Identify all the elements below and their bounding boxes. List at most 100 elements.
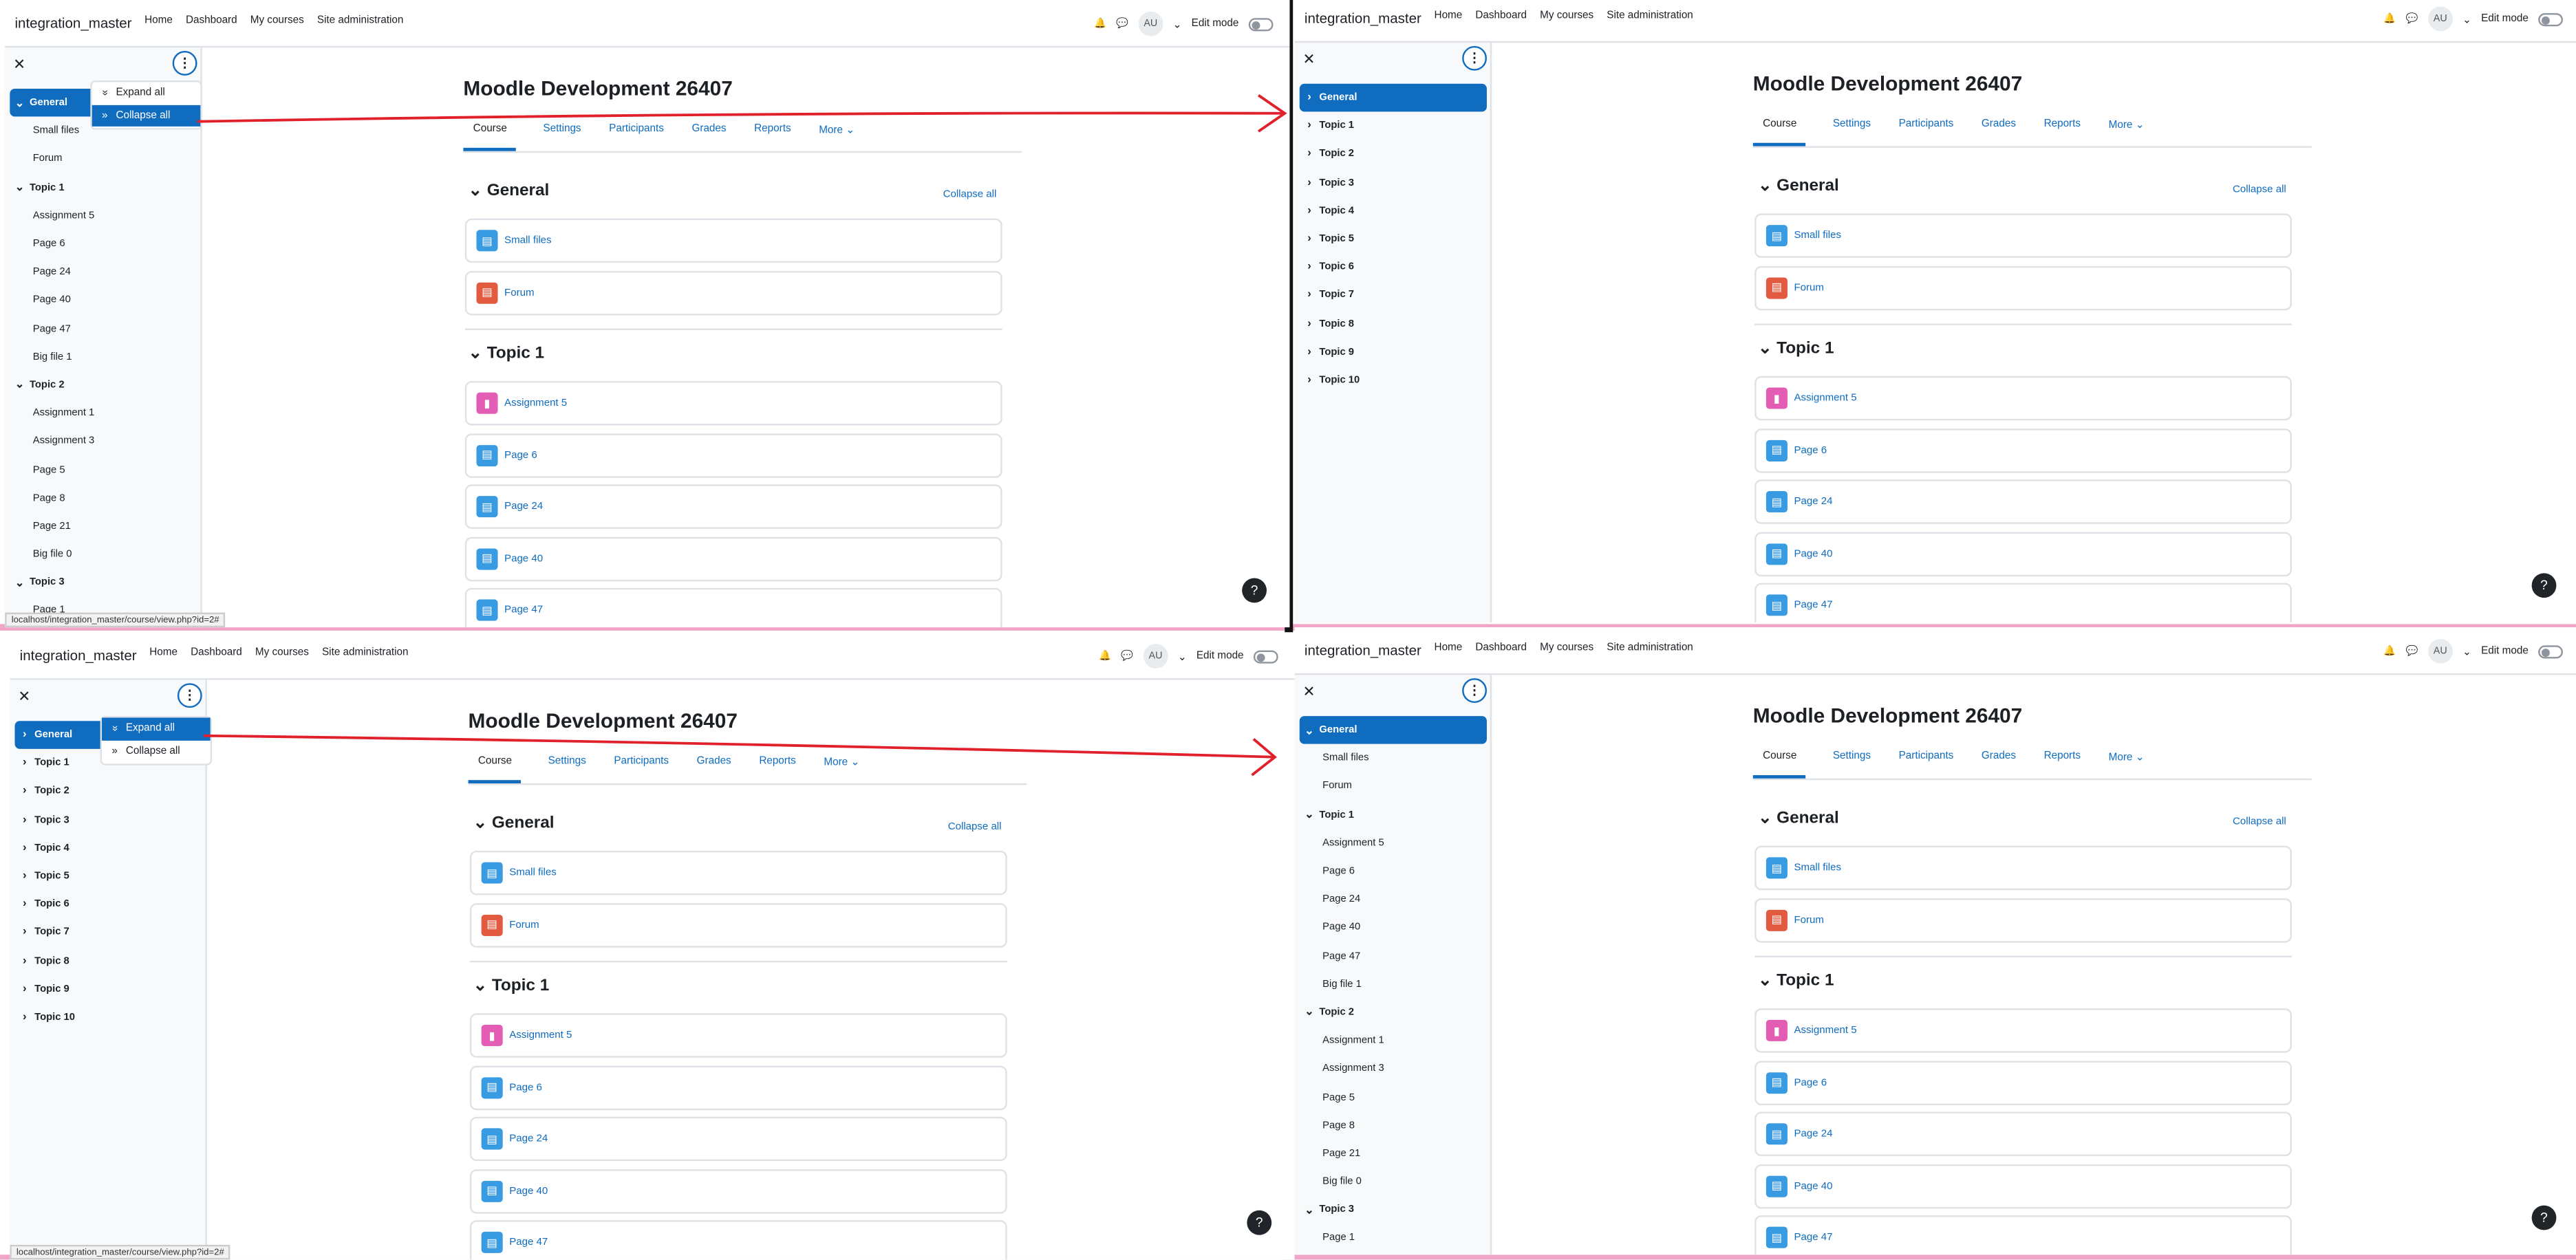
course-index-item[interactable]: Page 21 bbox=[1300, 1140, 1487, 1168]
help-button[interactable]: ? bbox=[2531, 573, 2557, 598]
activity-file[interactable]: ▤ Page 6 bbox=[464, 433, 1002, 477]
activity-link[interactable]: Forum bbox=[1794, 914, 1823, 926]
course-index-item[interactable]: Forum bbox=[10, 145, 197, 173]
chevron-right-icon[interactable]: › bbox=[14, 785, 34, 797]
course-index-item[interactable]: Page 47 bbox=[1300, 942, 1487, 970]
collapse-all-menu-item[interactable]: » Collapse all bbox=[102, 740, 211, 762]
tab-participants[interactable]: Participants bbox=[1889, 118, 1954, 146]
chevron-down-icon[interactable]: ⌄ bbox=[1300, 724, 1320, 737]
activity-file[interactable]: ▤ Page 40 bbox=[1754, 531, 2292, 576]
activity-assign[interactable]: ▮ Assignment 5 bbox=[1754, 376, 2292, 421]
course-index-item[interactable]: Assignment 1 bbox=[1300, 1027, 1487, 1055]
course-index-item[interactable]: Page 21 bbox=[10, 512, 197, 541]
chevron-down-icon[interactable]: ⌄ bbox=[10, 181, 30, 194]
activity-link[interactable]: Forum bbox=[509, 919, 539, 931]
chevron-right-icon[interactable]: › bbox=[14, 927, 34, 939]
collapse-all-link[interactable]: Collapse all bbox=[948, 821, 1002, 833]
tab-more[interactable]: More ⌄ bbox=[809, 123, 855, 151]
section-general-heading[interactable]: ⌄ General bbox=[1758, 810, 1839, 827]
course-index-item[interactable]: Page 6 bbox=[1300, 857, 1487, 885]
activity-link[interactable]: Assignment 5 bbox=[1794, 1025, 1856, 1036]
tab-participants[interactable]: Participants bbox=[604, 755, 669, 783]
course-index-item[interactable]: Page 8 bbox=[10, 484, 197, 512]
chevron-right-icon[interactable]: › bbox=[14, 757, 34, 769]
user-avatar[interactable]: AU bbox=[1138, 11, 1163, 36]
course-index-item[interactable]: Page 5 bbox=[10, 455, 197, 484]
nav-link-home[interactable]: Home bbox=[149, 647, 178, 659]
section-topic1-heading[interactable]: ⌄ Topic 1 bbox=[1758, 340, 1834, 358]
course-index-options-button[interactable]: ⋮ bbox=[1462, 678, 1487, 703]
nav-link-my-courses[interactable]: My courses bbox=[255, 647, 309, 659]
user-avatar[interactable]: AU bbox=[2427, 638, 2453, 664]
course-index-section[interactable]: › Topic 7 bbox=[1300, 281, 1487, 309]
chevron-down-icon[interactable]: ⌄ bbox=[1178, 649, 1187, 663]
course-index-item[interactable]: Big file 1 bbox=[1300, 970, 1487, 998]
messages-icon[interactable]: 💬 bbox=[1121, 651, 1133, 662]
course-index-section[interactable]: › Topic 2 bbox=[1300, 140, 1487, 169]
chevron-down-icon[interactable]: ⌄ bbox=[1300, 808, 1320, 822]
activity-file[interactable]: ▤ Page 47 bbox=[1754, 1215, 2292, 1255]
chevron-right-icon[interactable]: › bbox=[1300, 290, 1320, 301]
close-icon[interactable]: ✕ bbox=[1303, 683, 1316, 701]
activity-file[interactable]: ▤ Page 40 bbox=[464, 536, 1002, 581]
nav-link-dashboard[interactable]: Dashboard bbox=[186, 14, 237, 26]
activity-link[interactable]: Assignment 5 bbox=[509, 1030, 572, 1041]
activity-file[interactable]: ▤ Page 47 bbox=[1754, 583, 2292, 622]
activity-forum[interactable]: ▤ Forum bbox=[469, 902, 1007, 947]
expand-all-menu-item[interactable]: » Expand all bbox=[102, 717, 211, 740]
activity-link[interactable]: Small files bbox=[504, 235, 552, 246]
tab-course[interactable]: Course bbox=[1752, 750, 1805, 779]
activity-forum[interactable]: ▤ Forum bbox=[1754, 897, 2292, 942]
course-index-section[interactable]: › Topic 5 bbox=[1300, 225, 1487, 253]
messages-icon[interactable]: 💬 bbox=[2406, 645, 2418, 657]
close-icon[interactable]: ✕ bbox=[1303, 51, 1316, 69]
course-index-section[interactable]: ⌄ Topic 1 bbox=[10, 173, 197, 202]
collapse-all-link[interactable]: Collapse all bbox=[2233, 184, 2286, 195]
section-topic1-heading[interactable]: ⌄ Topic 1 bbox=[469, 345, 545, 362]
activity-link[interactable]: Page 6 bbox=[1794, 444, 1827, 456]
expand-all-menu-item[interactable]: » Expand all bbox=[92, 82, 201, 104]
activity-assign[interactable]: ▮ Assignment 5 bbox=[469, 1013, 1007, 1058]
activity-file[interactable]: ▤ Page 6 bbox=[469, 1065, 1007, 1109]
activity-file[interactable]: ▤ Page 24 bbox=[1754, 1111, 2292, 1157]
course-index-item[interactable]: Page 47 bbox=[10, 314, 197, 343]
course-index-item[interactable]: Assignment 5 bbox=[10, 202, 197, 230]
course-index-options-button[interactable]: ⋮ bbox=[172, 51, 197, 76]
chevron-right-icon[interactable]: › bbox=[1300, 205, 1320, 217]
tab-more[interactable]: More ⌄ bbox=[2099, 750, 2145, 779]
course-index-section[interactable]: ⌄ Topic 3 bbox=[10, 569, 197, 597]
course-index-item[interactable]: Small files bbox=[1300, 744, 1487, 772]
section-topic1-heading[interactable]: ⌄ Topic 1 bbox=[473, 977, 550, 995]
activity-link[interactable]: Small files bbox=[1794, 230, 1841, 241]
chevron-right-icon[interactable]: › bbox=[1300, 92, 1320, 104]
activity-file[interactable]: ▤ Page 6 bbox=[1754, 428, 2292, 472]
chevron-down-icon[interactable]: ⌄ bbox=[1758, 177, 1772, 195]
tab-settings[interactable]: Settings bbox=[1823, 750, 1871, 779]
tab-settings[interactable]: Settings bbox=[533, 123, 581, 151]
tab-course[interactable]: Course bbox=[468, 755, 520, 783]
collapse-all-link[interactable]: Collapse all bbox=[943, 189, 997, 201]
nav-link-site-administration[interactable]: Site administration bbox=[322, 647, 409, 659]
activity-file[interactable]: ▤ Page 47 bbox=[464, 587, 1002, 628]
chevron-right-icon[interactable]: › bbox=[1300, 177, 1320, 188]
course-index-section[interactable]: ⌄ Topic 2 bbox=[10, 371, 197, 399]
help-button[interactable]: ? bbox=[2531, 1205, 2557, 1230]
chevron-down-icon[interactable]: ⌄ bbox=[1173, 17, 1182, 30]
tab-reports[interactable]: Reports bbox=[2034, 750, 2081, 779]
site-brand[interactable]: integration_master bbox=[14, 14, 131, 31]
activity-link[interactable]: Forum bbox=[504, 287, 534, 298]
bell-icon[interactable]: 🔔 bbox=[1099, 651, 1111, 662]
edit-mode-toggle[interactable] bbox=[2538, 644, 2563, 658]
chevron-down-icon[interactable]: ⌄ bbox=[473, 977, 487, 995]
activity-forum[interactable]: ▤ Forum bbox=[1754, 265, 2292, 310]
nav-link-home[interactable]: Home bbox=[1435, 642, 1463, 654]
course-index-item[interactable]: Page 5 bbox=[1300, 1083, 1487, 1111]
chevron-right-icon[interactable]: › bbox=[14, 729, 34, 741]
activity-link[interactable]: Page 47 bbox=[509, 1237, 548, 1248]
chevron-down-icon[interactable]: ⌄ bbox=[10, 576, 30, 589]
course-index-section[interactable]: › Topic 8 bbox=[14, 947, 202, 975]
chevron-right-icon[interactable]: › bbox=[1300, 120, 1320, 132]
activity-link[interactable]: Page 40 bbox=[1794, 1180, 1832, 1192]
activity-forum[interactable]: ▤ Forum bbox=[464, 270, 1002, 315]
activity-link[interactable]: Page 40 bbox=[1794, 547, 1832, 559]
